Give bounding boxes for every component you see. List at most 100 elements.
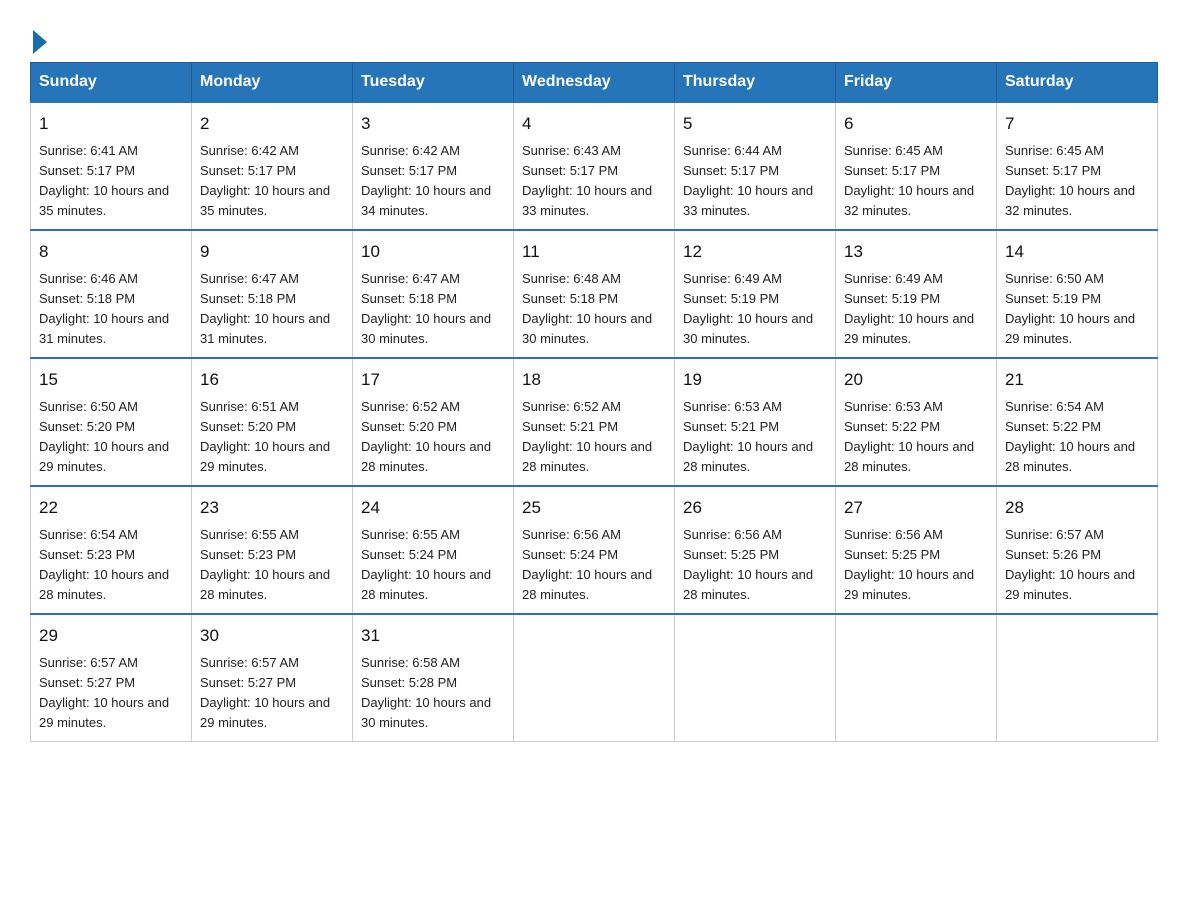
calendar-cell: 30 Sunrise: 6:57 AMSunset: 5:27 PMDaylig… <box>192 614 353 742</box>
calendar-cell: 13 Sunrise: 6:49 AMSunset: 5:19 PMDaylig… <box>836 230 997 358</box>
day-number: 27 <box>844 495 988 521</box>
day-info: Sunrise: 6:43 AMSunset: 5:17 PMDaylight:… <box>522 143 652 218</box>
day-number: 9 <box>200 239 344 265</box>
calendar-cell <box>514 614 675 742</box>
calendar-cell: 9 Sunrise: 6:47 AMSunset: 5:18 PMDayligh… <box>192 230 353 358</box>
day-number: 4 <box>522 111 666 137</box>
day-number: 1 <box>39 111 183 137</box>
day-number: 21 <box>1005 367 1149 393</box>
day-number: 18 <box>522 367 666 393</box>
day-info: Sunrise: 6:58 AMSunset: 5:28 PMDaylight:… <box>361 655 491 730</box>
header-day-friday: Friday <box>836 63 997 103</box>
header-day-wednesday: Wednesday <box>514 63 675 103</box>
calendar-cell: 26 Sunrise: 6:56 AMSunset: 5:25 PMDaylig… <box>675 486 836 614</box>
calendar-cell: 23 Sunrise: 6:55 AMSunset: 5:23 PMDaylig… <box>192 486 353 614</box>
day-number: 30 <box>200 623 344 649</box>
calendar-cell: 7 Sunrise: 6:45 AMSunset: 5:17 PMDayligh… <box>997 102 1158 230</box>
day-number: 22 <box>39 495 183 521</box>
calendar-cell: 17 Sunrise: 6:52 AMSunset: 5:20 PMDaylig… <box>353 358 514 486</box>
calendar-cell: 22 Sunrise: 6:54 AMSunset: 5:23 PMDaylig… <box>31 486 192 614</box>
calendar-cell: 15 Sunrise: 6:50 AMSunset: 5:20 PMDaylig… <box>31 358 192 486</box>
day-info: Sunrise: 6:44 AMSunset: 5:17 PMDaylight:… <box>683 143 813 218</box>
calendar-cell: 31 Sunrise: 6:58 AMSunset: 5:28 PMDaylig… <box>353 614 514 742</box>
day-info: Sunrise: 6:56 AMSunset: 5:25 PMDaylight:… <box>844 527 974 602</box>
day-number: 11 <box>522 239 666 265</box>
calendar-header-row: SundayMondayTuesdayWednesdayThursdayFrid… <box>31 63 1158 103</box>
day-info: Sunrise: 6:54 AMSunset: 5:22 PMDaylight:… <box>1005 399 1135 474</box>
calendar-week-5: 29 Sunrise: 6:57 AMSunset: 5:27 PMDaylig… <box>31 614 1158 742</box>
header-day-thursday: Thursday <box>675 63 836 103</box>
calendar-cell: 2 Sunrise: 6:42 AMSunset: 5:17 PMDayligh… <box>192 102 353 230</box>
day-info: Sunrise: 6:57 AMSunset: 5:26 PMDaylight:… <box>1005 527 1135 602</box>
day-info: Sunrise: 6:48 AMSunset: 5:18 PMDaylight:… <box>522 271 652 346</box>
day-number: 26 <box>683 495 827 521</box>
day-info: Sunrise: 6:56 AMSunset: 5:24 PMDaylight:… <box>522 527 652 602</box>
day-number: 14 <box>1005 239 1149 265</box>
calendar-week-1: 1 Sunrise: 6:41 AMSunset: 5:17 PMDayligh… <box>31 102 1158 230</box>
day-info: Sunrise: 6:53 AMSunset: 5:22 PMDaylight:… <box>844 399 974 474</box>
day-info: Sunrise: 6:41 AMSunset: 5:17 PMDaylight:… <box>39 143 169 218</box>
day-info: Sunrise: 6:47 AMSunset: 5:18 PMDaylight:… <box>361 271 491 346</box>
day-number: 31 <box>361 623 505 649</box>
day-number: 12 <box>683 239 827 265</box>
calendar-week-4: 22 Sunrise: 6:54 AMSunset: 5:23 PMDaylig… <box>31 486 1158 614</box>
day-number: 3 <box>361 111 505 137</box>
calendar-cell: 12 Sunrise: 6:49 AMSunset: 5:19 PMDaylig… <box>675 230 836 358</box>
day-info: Sunrise: 6:50 AMSunset: 5:20 PMDaylight:… <box>39 399 169 474</box>
calendar-cell: 20 Sunrise: 6:53 AMSunset: 5:22 PMDaylig… <box>836 358 997 486</box>
calendar-cell: 1 Sunrise: 6:41 AMSunset: 5:17 PMDayligh… <box>31 102 192 230</box>
logo-general-text <box>30 30 47 54</box>
calendar-cell: 18 Sunrise: 6:52 AMSunset: 5:21 PMDaylig… <box>514 358 675 486</box>
calendar-cell: 16 Sunrise: 6:51 AMSunset: 5:20 PMDaylig… <box>192 358 353 486</box>
day-info: Sunrise: 6:45 AMSunset: 5:17 PMDaylight:… <box>844 143 974 218</box>
day-info: Sunrise: 6:57 AMSunset: 5:27 PMDaylight:… <box>39 655 169 730</box>
header-day-monday: Monday <box>192 63 353 103</box>
day-number: 23 <box>200 495 344 521</box>
calendar-cell: 28 Sunrise: 6:57 AMSunset: 5:26 PMDaylig… <box>997 486 1158 614</box>
header-day-saturday: Saturday <box>997 63 1158 103</box>
day-number: 25 <box>522 495 666 521</box>
day-info: Sunrise: 6:57 AMSunset: 5:27 PMDaylight:… <box>200 655 330 730</box>
day-info: Sunrise: 6:45 AMSunset: 5:17 PMDaylight:… <box>1005 143 1135 218</box>
day-info: Sunrise: 6:50 AMSunset: 5:19 PMDaylight:… <box>1005 271 1135 346</box>
day-number: 8 <box>39 239 183 265</box>
calendar-cell: 10 Sunrise: 6:47 AMSunset: 5:18 PMDaylig… <box>353 230 514 358</box>
calendar-cell <box>675 614 836 742</box>
day-number: 10 <box>361 239 505 265</box>
header-day-sunday: Sunday <box>31 63 192 103</box>
calendar-cell: 25 Sunrise: 6:56 AMSunset: 5:24 PMDaylig… <box>514 486 675 614</box>
day-info: Sunrise: 6:55 AMSunset: 5:24 PMDaylight:… <box>361 527 491 602</box>
day-info: Sunrise: 6:52 AMSunset: 5:20 PMDaylight:… <box>361 399 491 474</box>
day-number: 17 <box>361 367 505 393</box>
day-number: 15 <box>39 367 183 393</box>
calendar-cell: 27 Sunrise: 6:56 AMSunset: 5:25 PMDaylig… <box>836 486 997 614</box>
calendar-week-3: 15 Sunrise: 6:50 AMSunset: 5:20 PMDaylig… <box>31 358 1158 486</box>
calendar-cell: 24 Sunrise: 6:55 AMSunset: 5:24 PMDaylig… <box>353 486 514 614</box>
calendar-week-2: 8 Sunrise: 6:46 AMSunset: 5:18 PMDayligh… <box>31 230 1158 358</box>
day-number: 29 <box>39 623 183 649</box>
day-number: 19 <box>683 367 827 393</box>
day-info: Sunrise: 6:52 AMSunset: 5:21 PMDaylight:… <box>522 399 652 474</box>
day-number: 16 <box>200 367 344 393</box>
calendar-cell: 21 Sunrise: 6:54 AMSunset: 5:22 PMDaylig… <box>997 358 1158 486</box>
day-info: Sunrise: 6:42 AMSunset: 5:17 PMDaylight:… <box>200 143 330 218</box>
day-number: 7 <box>1005 111 1149 137</box>
calendar-cell: 14 Sunrise: 6:50 AMSunset: 5:19 PMDaylig… <box>997 230 1158 358</box>
day-number: 28 <box>1005 495 1149 521</box>
calendar-cell: 5 Sunrise: 6:44 AMSunset: 5:17 PMDayligh… <box>675 102 836 230</box>
day-info: Sunrise: 6:55 AMSunset: 5:23 PMDaylight:… <box>200 527 330 602</box>
day-info: Sunrise: 6:49 AMSunset: 5:19 PMDaylight:… <box>683 271 813 346</box>
calendar-cell: 29 Sunrise: 6:57 AMSunset: 5:27 PMDaylig… <box>31 614 192 742</box>
calendar-cell: 19 Sunrise: 6:53 AMSunset: 5:21 PMDaylig… <box>675 358 836 486</box>
day-info: Sunrise: 6:49 AMSunset: 5:19 PMDaylight:… <box>844 271 974 346</box>
logo-triangle-icon <box>33 30 47 54</box>
calendar-cell: 3 Sunrise: 6:42 AMSunset: 5:17 PMDayligh… <box>353 102 514 230</box>
day-info: Sunrise: 6:42 AMSunset: 5:17 PMDaylight:… <box>361 143 491 218</box>
calendar-cell: 4 Sunrise: 6:43 AMSunset: 5:17 PMDayligh… <box>514 102 675 230</box>
day-number: 20 <box>844 367 988 393</box>
calendar-cell: 11 Sunrise: 6:48 AMSunset: 5:18 PMDaylig… <box>514 230 675 358</box>
header-day-tuesday: Tuesday <box>353 63 514 103</box>
calendar-cell <box>836 614 997 742</box>
calendar-cell: 8 Sunrise: 6:46 AMSunset: 5:18 PMDayligh… <box>31 230 192 358</box>
day-info: Sunrise: 6:54 AMSunset: 5:23 PMDaylight:… <box>39 527 169 602</box>
